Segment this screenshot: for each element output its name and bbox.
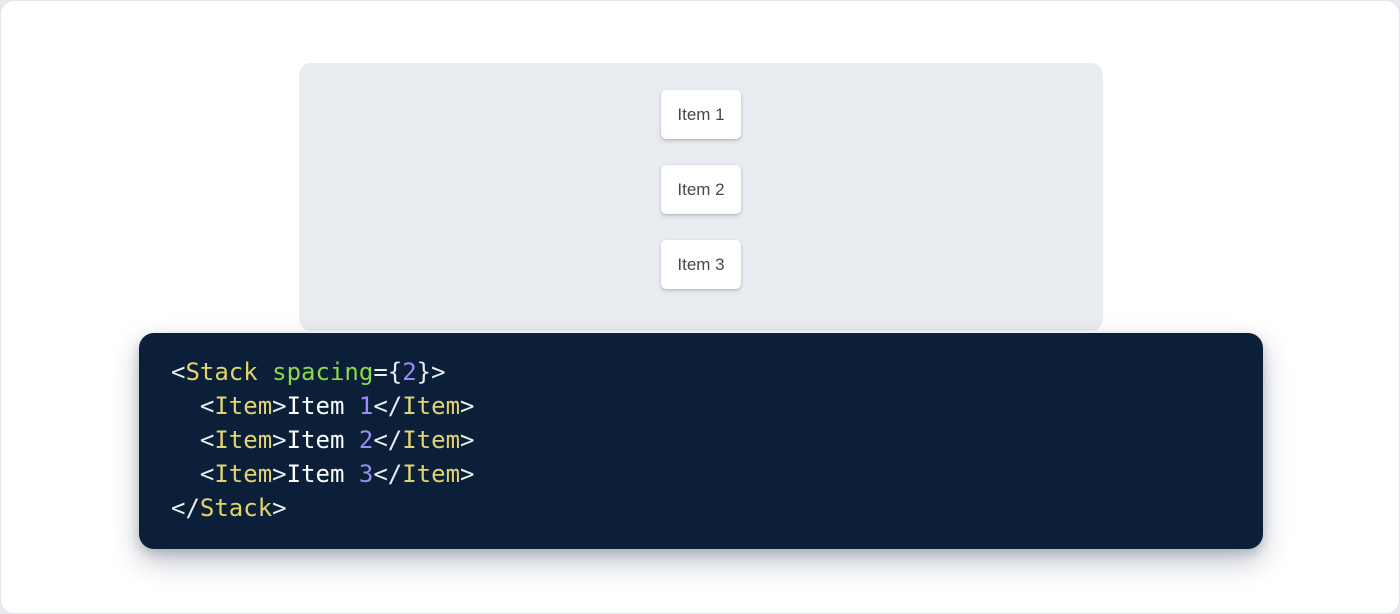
code-token-punctuation: > (272, 460, 286, 488)
code-token-tag: Stack (185, 358, 257, 386)
screenshot-root: Item 1Item 2Item 3 <Stack spacing={2}> <… (0, 0, 1400, 614)
code-token-number: 2 (402, 358, 416, 386)
code-token-tag: Item (402, 392, 460, 420)
code-token-punctuation: < (171, 358, 185, 386)
code-token-text (171, 460, 200, 488)
code-token-punctuation: < (200, 392, 214, 420)
code-token-punctuation: > (460, 460, 474, 488)
code-token-tag: Item (402, 460, 460, 488)
code-token-punctuation: > (272, 426, 286, 454)
code-line: <Stack spacing={2}> (171, 355, 1231, 389)
code-line: </Stack> (171, 491, 1231, 525)
code-token-number: 2 (359, 426, 373, 454)
code-token-text: Item (287, 426, 359, 454)
code-token-punctuation: < (200, 460, 214, 488)
code-content: <Stack spacing={2}> <Item>Item 1</Item> … (171, 355, 1231, 525)
code-token-punctuation: > (460, 426, 474, 454)
code-token-tag: Item (214, 426, 272, 454)
code-token-punctuation: </ (171, 494, 200, 522)
code-token-number: 1 (359, 392, 373, 420)
code-token-punctuation: > (460, 392, 474, 420)
code-token-text (171, 426, 200, 454)
code-token-tag: Stack (200, 494, 272, 522)
code-token-punctuation: ={ (373, 358, 402, 386)
stack-demo: Item 1 Item 2 Item 3 (299, 63, 1103, 289)
code-token-tag: Item (402, 426, 460, 454)
code-token-text (258, 358, 272, 386)
code-token-punctuation: > (272, 494, 286, 522)
code-token-punctuation: }> (417, 358, 446, 386)
demo-item: Item 2 (661, 165, 741, 214)
code-token-text: Item (287, 460, 359, 488)
demo-item: Item 3 (661, 240, 741, 289)
code-line: <Item>Item 2</Item> (171, 423, 1231, 457)
demo-item: Item 1 (661, 90, 741, 139)
code-block: <Stack spacing={2}> <Item>Item 1</Item> … (139, 333, 1263, 549)
page-card: Item 1Item 2Item 3 <Stack spacing={2}> <… (0, 0, 1400, 614)
code-line: <Item>Item 3</Item> (171, 457, 1231, 491)
code-token-punctuation: < (200, 426, 214, 454)
code-token-punctuation: </ (373, 426, 402, 454)
code-token-punctuation: </ (373, 460, 402, 488)
code-token-punctuation: > (272, 392, 286, 420)
code-token-attribute: spacing (272, 358, 373, 386)
code-token-number: 3 (359, 460, 373, 488)
code-token-tag: Item (214, 392, 272, 420)
code-token-tag: Item (214, 460, 272, 488)
code-token-text (171, 392, 200, 420)
stack-demo-panel: Item 1 Item 2 Item 3 (299, 63, 1103, 331)
code-token-punctuation: </ (373, 392, 402, 420)
code-token-text: Item (287, 392, 359, 420)
code-line: <Item>Item 1</Item> (171, 389, 1231, 423)
